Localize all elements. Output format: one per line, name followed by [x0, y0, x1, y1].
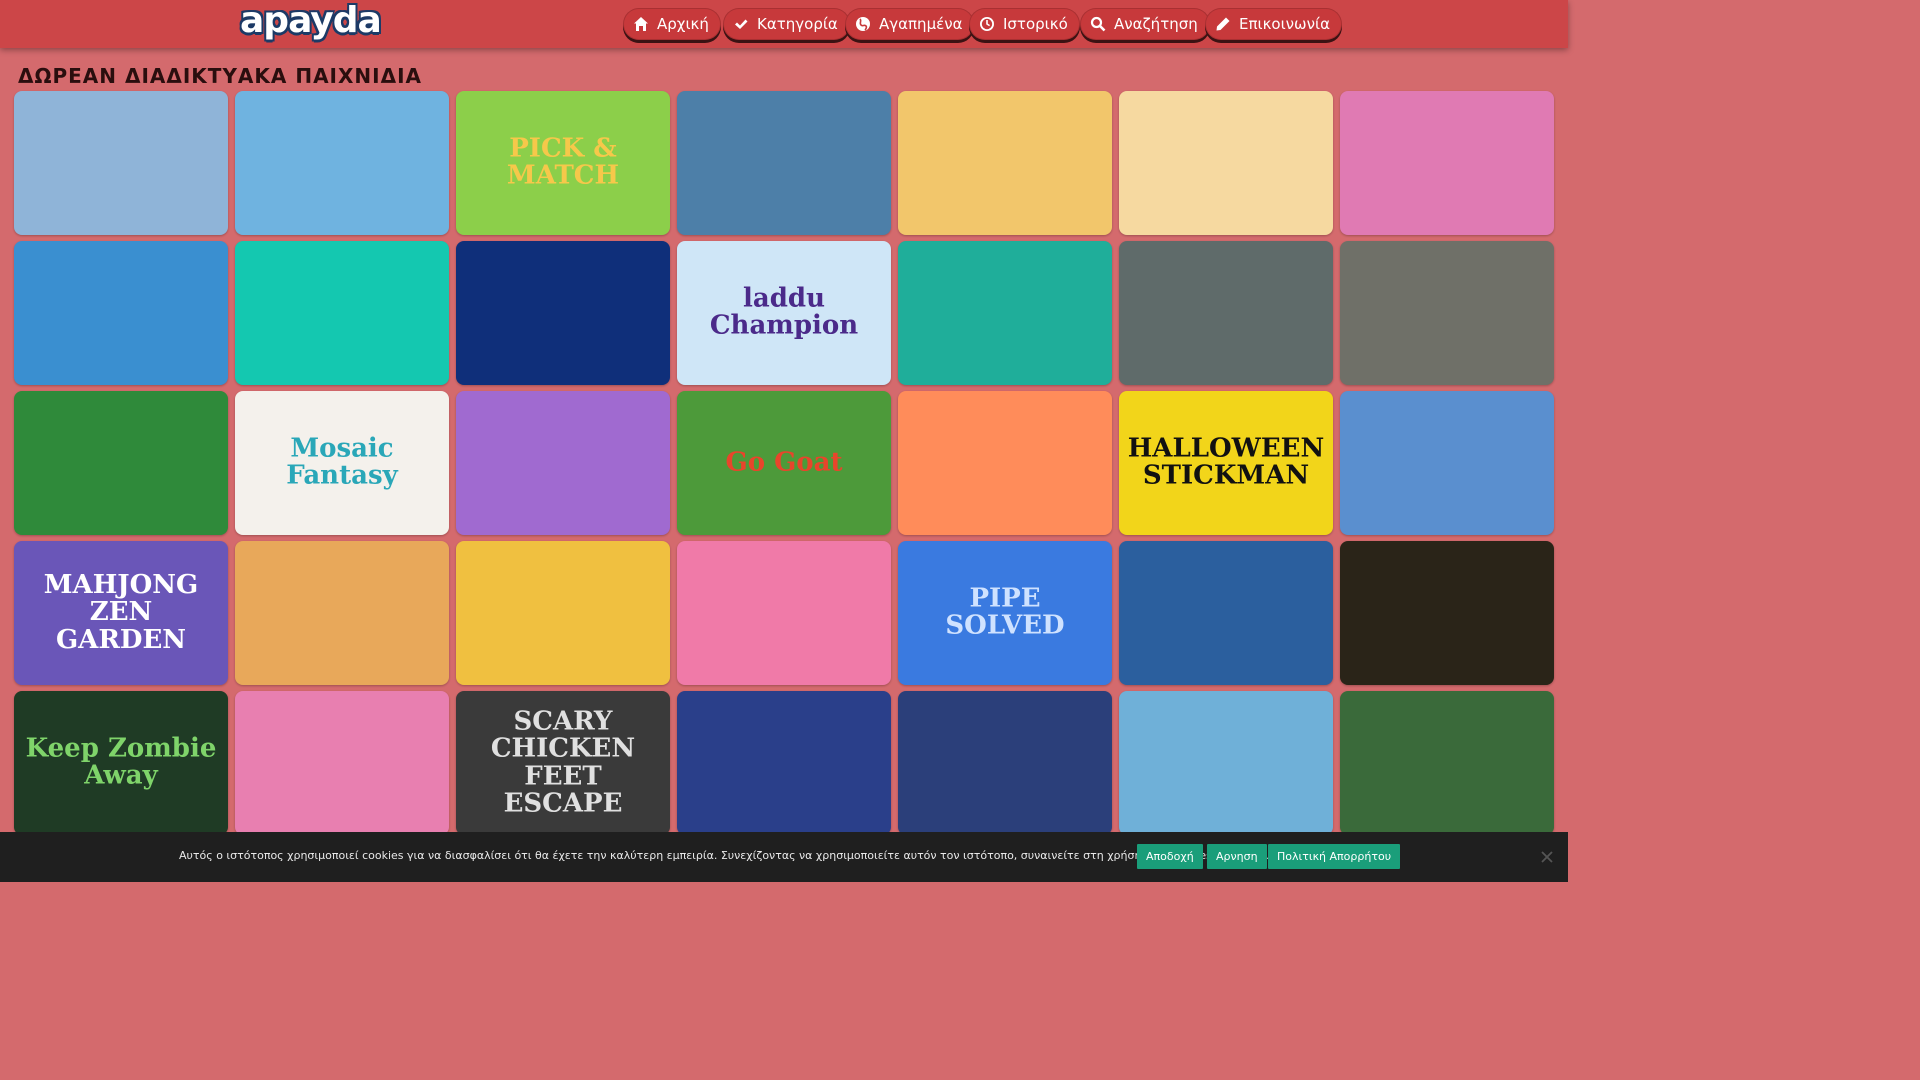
game-tile[interactable]	[456, 391, 670, 535]
game-tile[interactable]	[235, 91, 449, 235]
nav-search-label: Αναζήτηση	[1114, 15, 1198, 33]
game-tile[interactable]	[1340, 91, 1554, 235]
game-tile[interactable]: Keep Zombie Away	[14, 691, 228, 835]
game-tile[interactable]	[1119, 241, 1333, 385]
game-tile[interactable]	[677, 691, 891, 835]
game-tile[interactable]	[1340, 691, 1554, 835]
game-tile[interactable]	[898, 691, 1112, 835]
game-tile[interactable]: PICK & MATCH	[456, 91, 670, 235]
nav-history[interactable]: Ιστορικό	[969, 8, 1080, 40]
game-tile[interactable]	[898, 241, 1112, 385]
game-tile[interactable]: Go Goat	[677, 391, 891, 535]
game-tile-caption: MAHJONG ZEN GARDEN	[43, 570, 199, 655]
nav-history-label: Ιστορικό	[1003, 15, 1068, 33]
cookie-message: Αυτός ο ιστότοπος χρησιμοποιεί cookies γ…	[179, 849, 1270, 862]
game-tile[interactable]	[1119, 541, 1333, 685]
game-tile-caption: Go Goat	[725, 447, 843, 478]
game-tile[interactable]: laddu Champion	[677, 241, 891, 385]
nav-contact-label: Επικοινωνία	[1239, 15, 1330, 33]
nav-category-label: Κατηγορία	[757, 15, 838, 33]
clock-icon	[979, 16, 995, 32]
home-icon	[633, 16, 649, 32]
game-tile[interactable]: HALLOWEEN STICKMAN	[1119, 391, 1333, 535]
game-tile-caption: PIPE SOLVED	[945, 583, 1065, 641]
cookie-reject-button[interactable]: Αρνηση	[1207, 844, 1267, 869]
game-tile[interactable]: PIPE SOLVED	[898, 541, 1112, 685]
game-tile[interactable]: SCARY CHICKEN FEET ESCAPE	[456, 691, 670, 835]
game-tile[interactable]	[14, 391, 228, 535]
privacy-policy-button[interactable]: Πολιτική Απορρήτου	[1268, 844, 1401, 869]
game-tile[interactable]: Mosaic Fantasy	[235, 391, 449, 535]
game-tile[interactable]	[1119, 691, 1333, 835]
game-tile[interactable]	[235, 691, 449, 835]
nav-home[interactable]: Αρχική	[623, 8, 721, 40]
close-icon[interactable]	[1540, 849, 1554, 863]
game-tile[interactable]	[677, 541, 891, 685]
game-tile-caption: laddu Champion	[709, 283, 859, 341]
nav-search[interactable]: Αναζήτηση	[1080, 8, 1210, 40]
game-tile-caption: HALLOWEEN STICKMAN	[1127, 433, 1325, 491]
game-tile[interactable]	[1340, 241, 1554, 385]
cookie-banner: Αυτός ο ιστότοπος χρησιμοποιεί cookies γ…	[0, 832, 1568, 882]
game-tile[interactable]	[235, 241, 449, 385]
game-tile[interactable]	[677, 91, 891, 235]
nav-home-label: Αρχική	[657, 15, 709, 33]
nav-favorites[interactable]: Αγαπημένα	[845, 8, 975, 40]
game-tile[interactable]	[456, 541, 670, 685]
game-tile[interactable]	[1340, 541, 1554, 685]
nav-category[interactable]: Κατηγορία	[723, 8, 850, 40]
nav-favorites-label: Αγαπημένα	[879, 15, 963, 33]
site-logo[interactable]: apayda	[240, 0, 382, 41]
top-header: apayda Αρχική Κατηγορία Αγαπημένα Ιστορι…	[0, 0, 1568, 48]
game-tile-caption: Keep Zombie Away	[25, 733, 217, 791]
game-tile[interactable]	[1340, 391, 1554, 535]
check-icon	[733, 16, 749, 32]
search-icon	[1090, 16, 1106, 32]
games-grid: PICK & MATCH laddu Champion Mosaic Fantasy…	[14, 91, 1554, 835]
game-tile[interactable]	[456, 241, 670, 385]
game-tile[interactable]	[14, 91, 228, 235]
globe-icon	[855, 16, 871, 32]
game-tile[interactable]	[898, 391, 1112, 535]
game-tile-caption: SCARY CHICKEN FEET ESCAPE	[490, 706, 636, 819]
game-tile[interactable]: MAHJONG ZEN GARDEN	[14, 541, 228, 685]
game-tile[interactable]	[1119, 91, 1333, 235]
game-tile[interactable]	[235, 541, 449, 685]
game-tile-caption: PICK & MATCH	[506, 133, 620, 191]
game-tile-caption: Mosaic Fantasy	[286, 433, 398, 491]
cookie-accept-button[interactable]: Αποδοχή	[1137, 844, 1203, 869]
page-title: ΔΩΡΕΑΝ ΔΙΑΔΙΚΤΥΑΚΑ ΠΑΙΧΝΙΔΙΑ	[18, 64, 422, 88]
nav-contact[interactable]: Επικοινωνία	[1205, 8, 1342, 40]
game-tile[interactable]	[14, 241, 228, 385]
game-tile[interactable]	[898, 91, 1112, 235]
pencil-icon	[1215, 16, 1231, 32]
